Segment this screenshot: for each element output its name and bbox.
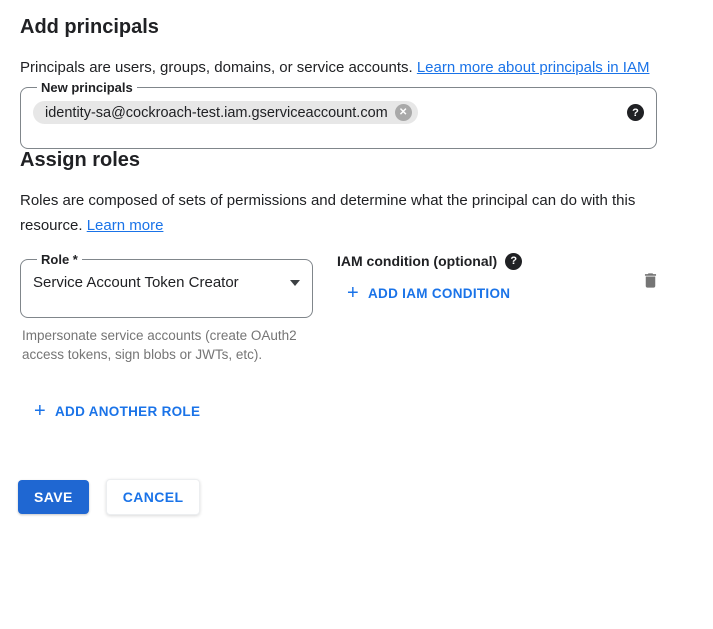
principals-intro: Principals are users, groups, domains, o… — [20, 55, 668, 80]
plus-icon: + — [34, 402, 46, 420]
principal-chip-label: identity-sa@cockroach-test.iam.gservicea… — [45, 105, 388, 121]
learn-more-principals-link[interactable]: Learn more about principals in IAM — [417, 59, 650, 76]
dropdown-arrow-icon — [290, 280, 300, 286]
iam-condition-column: IAM condition (optional) ? + ADD IAM CON… — [337, 252, 522, 304]
role-selected-value: Service Account Token Creator — [33, 273, 239, 293]
action-buttons-row: SAVE CANCEL — [18, 479, 693, 515]
cancel-button[interactable]: CANCEL — [106, 479, 201, 515]
add-another-role-button[interactable]: + ADD ANOTHER ROLE — [34, 402, 200, 420]
iam-condition-label: IAM condition (optional) — [337, 253, 497, 270]
principal-chip[interactable]: identity-sa@cockroach-test.iam.gservicea… — [33, 101, 418, 124]
page-title: Add principals — [20, 16, 693, 39]
trash-icon — [641, 270, 660, 291]
save-button[interactable]: SAVE — [18, 480, 89, 514]
delete-role-button[interactable] — [639, 268, 662, 296]
chip-remove-icon[interactable]: ✕ — [395, 104, 412, 121]
role-row: Role * Service Account Token Creator Imp… — [20, 252, 680, 364]
iam-condition-label-row: IAM condition (optional) ? — [337, 253, 522, 270]
role-helper-text: Impersonate service accounts (create OAu… — [20, 326, 305, 364]
principals-help-icon[interactable]: ? — [627, 104, 644, 121]
assign-roles-title: Assign roles — [20, 149, 693, 172]
new-principals-row: identity-sa@cockroach-test.iam.gservicea… — [33, 101, 644, 124]
principals-intro-text: Principals are users, groups, domains, o… — [20, 59, 417, 76]
iam-condition-help-icon[interactable]: ? — [505, 253, 522, 270]
plus-icon: + — [347, 284, 359, 302]
role-dropdown[interactable]: Service Account Token Creator — [33, 273, 300, 293]
add-iam-condition-label: ADD IAM CONDITION — [368, 286, 510, 301]
role-column: Role * Service Account Token Creator Imp… — [20, 252, 313, 364]
new-principals-label: New principals — [37, 80, 137, 95]
role-select-field[interactable]: Role * Service Account Token Creator — [20, 252, 313, 318]
add-iam-condition-button[interactable]: + ADD IAM CONDITION — [347, 284, 510, 302]
add-another-role-label: ADD ANOTHER ROLE — [55, 404, 200, 419]
add-principals-panel: Add principals Principals are users, gro… — [0, 0, 713, 515]
role-label: Role * — [37, 252, 82, 267]
learn-more-roles-link[interactable]: Learn more — [87, 217, 164, 234]
roles-intro: Roles are composed of sets of permission… — [20, 188, 668, 238]
new-principals-field[interactable]: New principals identity-sa@cockroach-tes… — [20, 80, 657, 149]
